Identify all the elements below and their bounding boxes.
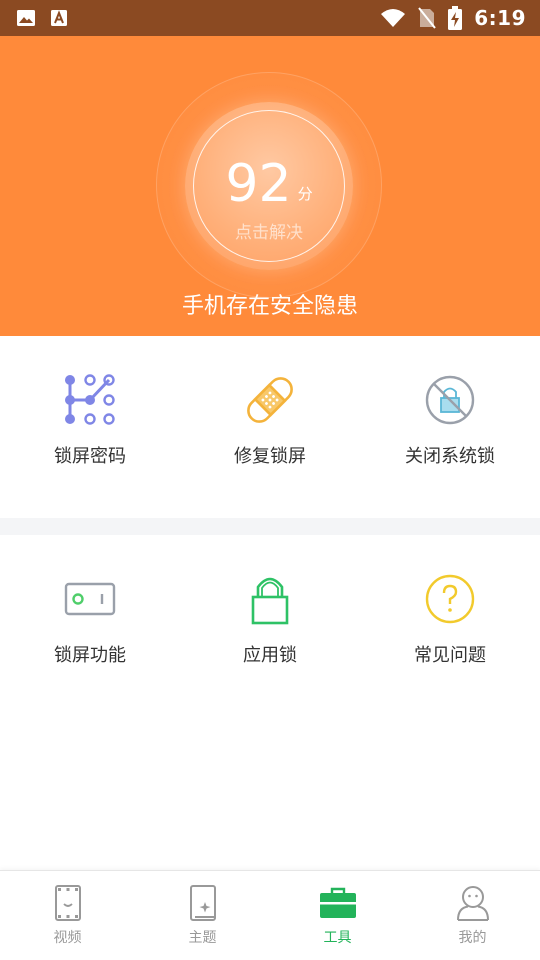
resolve-action[interactable]: 点击解决 xyxy=(185,218,353,243)
nav-video[interactable]: 视频 xyxy=(0,871,135,960)
section-divider xyxy=(0,518,540,535)
score-display[interactable]: 92 分 xyxy=(185,140,353,210)
no-sim-icon xyxy=(418,7,437,29)
toggle-switch-icon xyxy=(60,571,120,627)
tool-label: 关闭系统锁 xyxy=(405,446,495,467)
tools-section-1: 锁屏密码 修复锁屏 关闭系统锁 xyxy=(0,336,540,518)
font-icon xyxy=(50,9,68,27)
wifi-icon xyxy=(380,8,406,28)
tool-lock-features[interactable]: 锁屏功能 xyxy=(0,535,180,666)
nav-tools[interactable]: 工具 xyxy=(270,871,405,960)
padlock-icon xyxy=(240,571,300,627)
security-score: 92 xyxy=(225,154,292,214)
tool-label: 修复锁屏 xyxy=(234,446,306,467)
tool-lock-password[interactable]: 锁屏密码 xyxy=(0,336,180,467)
tool-label: 常见问题 xyxy=(414,645,486,666)
nav-label: 视频 xyxy=(53,930,82,946)
security-warning: 手机存在安全隐患 xyxy=(181,294,358,319)
nav-theme[interactable]: 主题 xyxy=(135,871,270,960)
nav-label: 工具 xyxy=(323,930,352,946)
tool-label: 锁屏功能 xyxy=(54,645,126,666)
video-icon xyxy=(48,883,88,923)
battery-charging-icon xyxy=(448,6,463,30)
status-time: 6:19 xyxy=(474,6,526,30)
disable-lock-icon xyxy=(420,372,480,428)
security-header: 92 分 点击解决 手机存在安全隐患 xyxy=(0,36,540,336)
tool-repair-lock[interactable]: 修复锁屏 xyxy=(180,336,360,467)
theme-icon xyxy=(183,883,223,923)
tool-disable-system-lock[interactable]: 关闭系统锁 xyxy=(360,336,540,467)
score-unit: 分 xyxy=(297,185,313,203)
bandage-icon xyxy=(240,372,300,428)
profile-icon xyxy=(453,883,493,923)
tool-app-lock[interactable]: 应用锁 xyxy=(180,535,360,666)
tool-label: 锁屏密码 xyxy=(54,446,126,467)
image-icon xyxy=(16,9,36,27)
tool-faq[interactable]: 常见问题 xyxy=(360,535,540,666)
tool-label: 应用锁 xyxy=(243,645,297,666)
nav-profile[interactable]: 我的 xyxy=(405,871,540,960)
question-icon xyxy=(420,571,480,627)
bottom-nav: 视频 主题 工具 我的 xyxy=(0,870,540,960)
status-bar: 6:19 xyxy=(0,0,540,36)
nav-label: 主题 xyxy=(188,930,217,946)
pattern-lock-icon xyxy=(60,372,120,428)
nav-label: 我的 xyxy=(458,930,487,946)
tools-section-2: 锁屏功能 应用锁 常见问题 xyxy=(0,535,540,870)
toolbox-icon xyxy=(318,883,358,923)
